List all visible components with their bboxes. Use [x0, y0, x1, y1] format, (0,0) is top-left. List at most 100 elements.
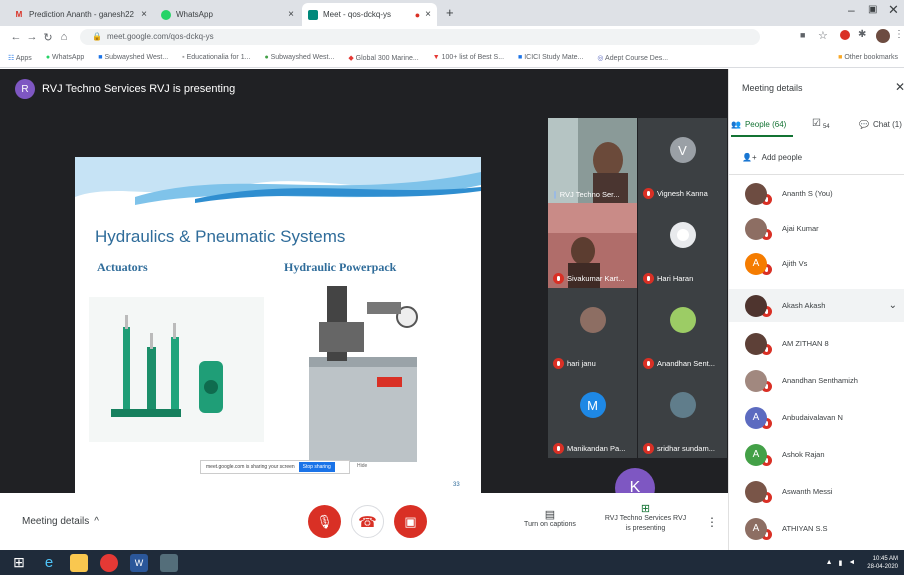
bookmark-item[interactable]: ▼ 100+ list of Best S...: [433, 54, 504, 61]
participant-name: Ananth S (You): [782, 189, 833, 198]
participant-row[interactable]: A Ashok Rajan: [745, 438, 904, 471]
minimize-button[interactable]: –: [848, 3, 855, 17]
tab-activities[interactable]: ☑ 54: [812, 118, 830, 130]
muted-mic-icon: [643, 358, 654, 369]
presenting-button[interactable]: ⊞ RVJ Techno Services RVJ is presenting: [598, 504, 693, 534]
volume-icon[interactable]: ◄: [848, 559, 855, 566]
bookmark-item[interactable]: ▪ Educationalia for 1...: [182, 54, 250, 61]
bookmark-other[interactable]: ■ Other bookmarks: [838, 54, 904, 61]
menu-dots-icon[interactable]: ⋮: [894, 29, 904, 40]
close-icon[interactable]: ×: [288, 9, 294, 20]
chrome-icon[interactable]: [100, 553, 118, 572]
word-icon[interactable]: W: [130, 553, 148, 572]
hangup-icon: ☎: [358, 513, 377, 531]
participant-row[interactable]: AM ZITHAN 8: [745, 327, 904, 360]
window-close-button[interactable]: ✕: [888, 2, 899, 18]
whatsapp-icon: ●: [45, 54, 51, 61]
participant-tile[interactable]: Anandhan Sent...: [638, 288, 727, 373]
participant-name-label: Sivakumar Kart...: [553, 273, 625, 284]
windows-start-icon[interactable]: ⊞: [10, 554, 28, 572]
file-explorer-icon[interactable]: [70, 553, 88, 572]
back-icon[interactable]: ←: [8, 31, 24, 43]
home-icon[interactable]: ⌂: [56, 31, 72, 43]
add-people-label: Add people: [761, 153, 803, 162]
camera-icon[interactable]: ■: [800, 30, 805, 40]
participant-name: Sivakumar Kart...: [567, 274, 625, 283]
bookmark-item[interactable]: ● Subwayshed West...: [264, 54, 334, 61]
participant-avatar: [745, 182, 767, 205]
activities-count: 54: [822, 124, 830, 130]
participant-row-hovered[interactable]: Akash Akash ⌄: [729, 289, 904, 322]
participant-tile[interactable]: ∥ RVJ Techno Ser...: [548, 118, 637, 203]
captions-icon: ▤: [544, 509, 556, 521]
internet-explorer-icon[interactable]: e: [40, 554, 58, 572]
participant-tile[interactable]: M Manikandan Pa...: [548, 373, 637, 458]
participant-name: Akash Akash: [782, 301, 826, 310]
camera-toggle-button[interactable]: ▣: [394, 505, 427, 538]
tab-label: Prediction Ananth - ganesh22: [29, 10, 134, 19]
bookmark-label: Subwayshed West...: [104, 54, 169, 61]
participant-row[interactable]: Ajai Kumar: [745, 212, 904, 245]
profile-avatar[interactable]: [876, 29, 890, 43]
add-people-button[interactable]: 👤+ Add people: [742, 153, 802, 162]
participant-name: Hari Haran: [657, 274, 694, 283]
participant-avatar: A: [745, 517, 767, 540]
tab-people[interactable]: 👥 People (64): [731, 120, 786, 129]
presenting-label-1: RVJ Techno Services RVJ: [604, 515, 687, 522]
puzzle-icon[interactable]: ✱: [858, 29, 866, 40]
captions-button[interactable]: ▤ Turn on captions: [515, 508, 585, 528]
bookmark-item[interactable]: ◆ Global 300 Marine...: [348, 54, 418, 62]
tab-chat[interactable]: 💬 Chat (1): [859, 120, 902, 129]
more-options-icon[interactable]: ⋮: [706, 515, 718, 529]
network-icon[interactable]: ▮: [839, 559, 843, 567]
close-panel-icon[interactable]: ✕: [895, 80, 904, 94]
participant-row[interactable]: A ATHIYAN S.S: [745, 512, 904, 545]
bookmark-apps[interactable]: ☷ Apps: [8, 54, 32, 62]
participant-tile[interactable]: hari janu: [548, 288, 637, 373]
close-icon[interactable]: ×: [425, 9, 431, 20]
folder-icon: ■: [838, 54, 843, 61]
close-icon[interactable]: ×: [141, 9, 147, 20]
hide-share-button[interactable]: Hide: [357, 463, 367, 469]
forward-icon[interactable]: →: [24, 31, 40, 43]
bookmark-item[interactable]: ■ Subwayshed West...: [98, 54, 168, 61]
reload-icon[interactable]: ↻: [40, 31, 56, 44]
new-tab-button[interactable]: +: [446, 5, 454, 20]
presenter-avatar: R: [15, 79, 35, 99]
participant-tile[interactable]: sridhar sundam...: [638, 373, 727, 458]
mic-toggle-button[interactable]: 🎙: [308, 505, 341, 538]
meeting-details-button[interactable]: Meeting details ^: [22, 516, 99, 527]
muted-mic-icon: [553, 358, 564, 369]
stop-sharing-button[interactable]: Stop sharing: [298, 462, 335, 472]
bookmark-item[interactable]: ● WhatsApp: [46, 54, 84, 61]
participant-tile[interactable]: V Vignesh Kanna: [638, 118, 727, 203]
url-field[interactable]: 🔒 meet.google.com/qos-dckq-ys: [80, 29, 760, 45]
star-icon[interactable]: ☆: [818, 29, 828, 42]
slide-title: Hydraulics & Pneumatic Systems: [95, 227, 346, 246]
tab-gmail[interactable]: M Prediction Ananth - ganesh22 ×: [8, 3, 153, 26]
maximize-button[interactable]: ▣: [868, 4, 877, 15]
tab-whatsapp[interactable]: WhatsApp ×: [155, 3, 300, 26]
participant-tile[interactable]: Sivakumar Kart...: [548, 203, 637, 288]
tab-meet[interactable]: Meet - qos-dckq-ys ● ×: [302, 3, 437, 26]
bookmark-label: WhatsApp: [52, 54, 85, 61]
people-icon: 👥: [731, 120, 741, 129]
muted-mic-icon: [643, 443, 654, 454]
participant-tile[interactable]: Hari Haran: [638, 203, 727, 288]
participant-row[interactable]: A Ajith Vs: [745, 247, 904, 280]
participant-name-label: Anandhan Sent...: [643, 358, 715, 369]
slide-subtitle-powerpack: Hydraulic Powerpack: [284, 260, 397, 274]
bookmark-item[interactable]: ◎ Adept Course Des...: [597, 54, 668, 62]
clock[interactable]: 10:45 AM 28-04-2020: [867, 555, 904, 571]
tray-arrow-icon[interactable]: ▲: [826, 559, 833, 566]
participant-row[interactable]: Aswanth Messi: [745, 475, 904, 508]
participant-row[interactable]: Anandhan Senthamizh: [745, 364, 904, 397]
paint-icon[interactable]: [160, 553, 178, 572]
participant-row[interactable]: Ananth S (You): [745, 177, 904, 210]
bookmark-item[interactable]: ■ ICICI Study Mate...: [518, 54, 583, 61]
participant-row[interactable]: A Anbudaivalavan N: [745, 401, 904, 434]
extension-icon[interactable]: [840, 30, 850, 40]
leave-call-button[interactable]: ☎: [351, 505, 384, 538]
participant-name: ATHIYAN S.S: [782, 524, 828, 533]
chevron-down-icon[interactable]: ⌄: [889, 300, 897, 311]
